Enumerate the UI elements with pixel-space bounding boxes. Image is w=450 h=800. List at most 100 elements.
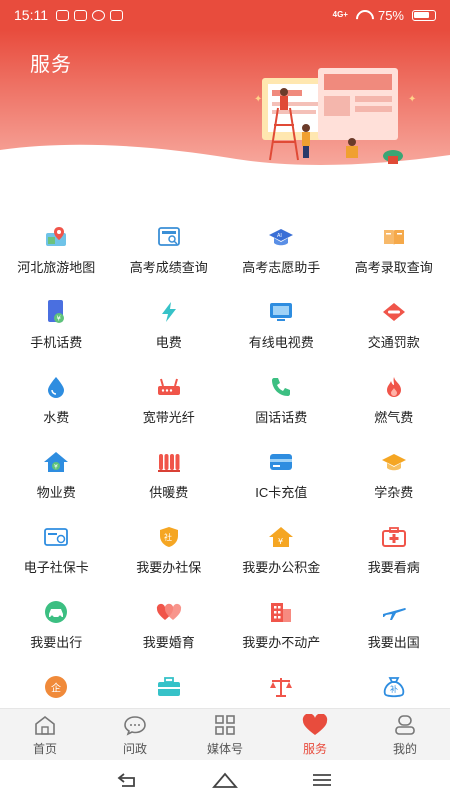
service-cable-tv[interactable]: 有线电视费 <box>225 293 338 368</box>
service-water[interactable]: 水费 <box>0 368 113 443</box>
wifi-icon <box>356 10 370 20</box>
service-broadband[interactable]: 宽带光纤 <box>113 368 226 443</box>
tv-icon <box>268 299 294 325</box>
back-icon[interactable] <box>113 768 143 792</box>
service-label: 有线电视费 <box>248 335 314 350</box>
service-label: 供暖费 <box>149 485 189 500</box>
service-label: 物业费 <box>36 485 76 500</box>
service-tourism-map[interactable]: 河北旅游地图 <box>0 218 113 293</box>
service-label: 我要办社保 <box>136 560 202 575</box>
service-label: 我要出行 <box>30 635 83 650</box>
service-marriage[interactable]: 我要婚育 <box>113 593 226 668</box>
grid-row: 我要出行 我要婚育 我要办不动产 我要出国 <box>0 593 450 668</box>
service-gaokao-volunteer[interactable]: AI 高考志愿助手 <box>225 218 338 293</box>
header-banner: ✦ ✦ 服务 <box>0 30 450 175</box>
service-traffic-fine[interactable]: 交通罚款 <box>338 293 450 368</box>
service-real-estate[interactable]: 我要办不动产 <box>225 593 338 668</box>
traffic-ticket-icon <box>381 299 407 325</box>
nav-home[interactable]: 首页 <box>0 709 90 760</box>
grid-row: 水费 宽带光纤 固话话费 燃气费 <box>0 368 450 443</box>
chat-icon <box>122 713 148 737</box>
service-label: 电子社保卡 <box>23 560 89 575</box>
bottom-nav: 首页 问政 媒体号 服务 我的 <box>0 708 450 760</box>
home-icon <box>32 713 58 737</box>
svg-text:✦: ✦ <box>254 94 262 105</box>
service-label: 手机话费 <box>30 335 83 350</box>
car-icon <box>43 599 69 625</box>
service-label: 我要看病 <box>367 560 420 575</box>
nav-wenzheng[interactable]: 问政 <box>90 709 180 760</box>
lightning-icon <box>156 299 182 325</box>
enterprise-icon: 企 <box>43 674 69 700</box>
nav-label: 首页 <box>32 741 57 756</box>
housing-fund-icon: ¥ <box>268 524 294 550</box>
router-icon <box>156 374 182 400</box>
house-icon: ¥ <box>43 449 69 475</box>
nav-label: 我的 <box>392 741 417 756</box>
service-social-insurance[interactable]: 社 我要办社保 <box>113 518 226 593</box>
home-button-icon[interactable] <box>210 768 240 792</box>
nav-media[interactable]: 媒体号 <box>180 709 270 760</box>
service-label: 燃气费 <box>374 410 414 425</box>
mortarboard-icon <box>381 449 407 475</box>
service-gas[interactable]: 燃气费 <box>338 368 450 443</box>
service-label: 我要出国 <box>367 635 420 650</box>
grid-row: 河北旅游地图 高考成绩查询 AI 高考志愿助手 高考录取查询 <box>0 218 450 293</box>
svg-text:¥: ¥ <box>278 537 283 546</box>
status-time: 15:11 <box>14 7 48 23</box>
service-grid: 河北旅游地图 高考成绩查询 AI 高考志愿助手 高考录取查询 ¥ 手机话费 电费… <box>0 218 450 743</box>
mail-icon <box>74 9 87 21</box>
service-heating[interactable]: 供暖费 <box>113 443 226 518</box>
scales-icon <box>268 674 294 700</box>
service-electricity[interactable]: 电费 <box>113 293 226 368</box>
building-icon <box>268 599 294 625</box>
nav-label: 服务 <box>302 741 327 756</box>
service-label: 我要办不动产 <box>242 635 321 650</box>
page-title: 服务 <box>30 54 72 76</box>
service-label: 河北旅游地图 <box>17 260 96 275</box>
service-tuition[interactable]: 学杂费 <box>338 443 450 518</box>
service-label: 学杂费 <box>374 485 414 500</box>
telephone-icon <box>268 374 294 400</box>
service-gaokao-score[interactable]: 高考成绩查询 <box>113 218 226 293</box>
briefcase-icon <box>156 674 182 700</box>
airplane-icon <box>381 599 407 625</box>
nav-label: 问政 <box>122 741 147 756</box>
service-label: 高考成绩查询 <box>129 260 208 275</box>
medical-kit-icon <box>381 524 407 550</box>
service-landline[interactable]: 固话话费 <box>225 368 338 443</box>
service-label: 高考录取查询 <box>354 260 433 275</box>
phone-bill-icon: ¥ <box>43 299 69 325</box>
message-icon <box>110 9 123 21</box>
service-gaokao-admission[interactable]: 高考录取查询 <box>338 218 450 293</box>
grid-icon <box>212 713 238 737</box>
service-medical[interactable]: 我要看病 <box>338 518 450 593</box>
hearts-icon <box>156 599 182 625</box>
service-label: 高考志愿助手 <box>242 260 321 275</box>
svg-text:补: 补 <box>390 684 398 694</box>
water-drop-icon <box>43 374 69 400</box>
service-property-fee[interactable]: ¥ 物业费 <box>0 443 113 518</box>
service-e-social-card[interactable]: 电子社保卡 <box>0 518 113 593</box>
service-phone-bill[interactable]: ¥ 手机话费 <box>0 293 113 368</box>
service-label: IC卡充值 <box>255 485 308 500</box>
service-housing-fund[interactable]: ¥ 我要办公积金 <box>225 518 338 593</box>
nav-services[interactable]: 服务 <box>270 709 360 760</box>
menu-icon[interactable] <box>307 768 337 792</box>
service-label: 我要婚育 <box>142 635 195 650</box>
nav-mine[interactable]: 我的 <box>360 709 450 760</box>
service-go-abroad[interactable]: 我要出国 <box>338 593 450 668</box>
book-icon <box>381 224 407 250</box>
user-icon <box>392 713 418 737</box>
social-security-card-icon <box>43 524 69 550</box>
radiator-icon <box>156 449 182 475</box>
service-travel[interactable]: 我要出行 <box>0 593 113 668</box>
service-ic-card[interactable]: IC卡充值 <box>225 443 338 518</box>
service-label: 电费 <box>155 335 182 350</box>
graduation-cap-icon: AI <box>268 224 294 250</box>
compass-icon <box>92 9 105 21</box>
status-bar: 15:11 4G+ 75% <box>0 0 450 30</box>
svg-text:社: 社 <box>164 532 172 542</box>
app-notification-icon <box>56 9 69 21</box>
svg-text:企: 企 <box>51 682 61 695</box>
